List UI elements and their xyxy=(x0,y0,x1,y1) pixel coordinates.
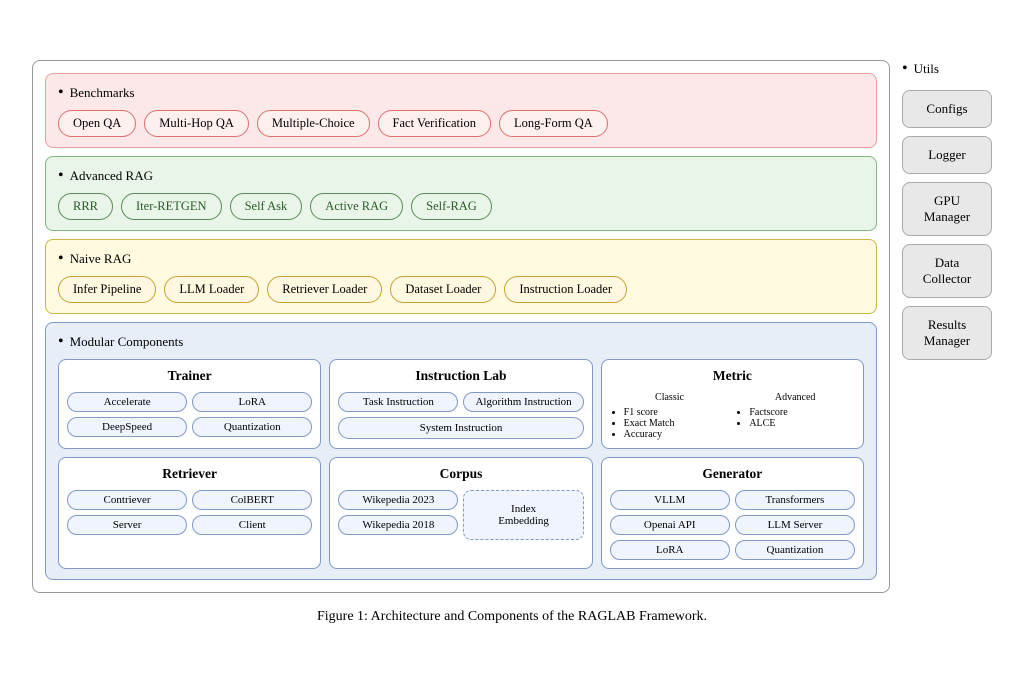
pill-quantization-trainer: Quantization xyxy=(192,417,312,437)
metric-factscore: Factscore xyxy=(749,407,855,418)
main-layout: • Benchmarks Open QA Multi-Hop QA Multip… xyxy=(32,60,992,593)
pill-infer-pipeline: Infer Pipeline xyxy=(58,276,156,303)
pill-colbert: ColBERT xyxy=(192,490,312,510)
sidebar-header: • Utils xyxy=(902,60,992,78)
instruction-lab-title: Instruction Lab xyxy=(338,368,583,384)
metric-box: Metric Classic F1 score Exact Match Accu… xyxy=(601,359,864,449)
retriever-pills: Contriever ColBERT Server Client xyxy=(67,490,312,535)
section-benchmarks: • Benchmarks Open QA Multi-Hop QA Multip… xyxy=(45,73,877,148)
pill-transformers: Transformers xyxy=(735,490,855,510)
trainer-pills: Accelerate LoRA DeepSpeed Quantization xyxy=(67,392,312,437)
instruction-lab-pills: Task Instruction Algorithm Instruction S… xyxy=(338,392,583,439)
pill-self-rag: Self-RAG xyxy=(411,193,492,220)
pill-rrr: RRR xyxy=(58,193,113,220)
page-container: • Benchmarks Open QA Multi-Hop QA Multip… xyxy=(32,60,992,625)
corpus-box: Corpus Wikepedia 2023 Wikepedia 2018 Ind… xyxy=(329,457,592,569)
pill-dataset-loader: Dataset Loader xyxy=(390,276,496,303)
pill-llm-server: LLM Server xyxy=(735,515,855,535)
trainer-title: Trainer xyxy=(67,368,312,384)
advanced-label: Advanced xyxy=(735,392,855,403)
modular-grid: Trainer Accelerate LoRA DeepSpeed Quanti… xyxy=(58,359,864,569)
pill-lora-trainer: LoRA xyxy=(192,392,312,412)
classic-label: Classic xyxy=(610,392,730,403)
pill-open-qa: Open QA xyxy=(58,110,136,137)
pill-llm-loader: LLM Loader xyxy=(164,276,259,303)
pill-algorithm-instruction: Algorithm Instruction xyxy=(463,392,583,412)
sidebar-configs[interactable]: Configs xyxy=(902,90,992,128)
sidebar: • Utils Configs Logger GPU Manager Data … xyxy=(902,60,992,360)
advanced-list: Factscore ALCE xyxy=(735,407,855,429)
pill-fact-verification: Fact Verification xyxy=(378,110,491,137)
adv-rag-pills: RRR Iter-RETGEN Self Ask Active RAG Self… xyxy=(58,193,864,220)
pill-accelerate: Accelerate xyxy=(67,392,187,412)
pill-quantization-gen: Quantization xyxy=(735,540,855,560)
sidebar-gpu-manager[interactable]: GPU Manager xyxy=(902,182,992,236)
sidebar-logger[interactable]: Logger xyxy=(902,136,992,174)
bullet-icon: • xyxy=(58,84,64,102)
bullet-icon: • xyxy=(58,250,64,268)
diagram-area: • Benchmarks Open QA Multi-Hop QA Multip… xyxy=(32,60,890,593)
sidebar-data-collector[interactable]: Data Collector xyxy=(902,244,992,298)
generator-title: Generator xyxy=(610,466,855,482)
corpus-inner: Wikepedia 2023 Wikepedia 2018 Index Embe… xyxy=(338,490,583,540)
pill-deepspeed: DeepSpeed xyxy=(67,417,187,437)
classic-list: F1 score Exact Match Accuracy xyxy=(610,407,730,440)
generator-box: Generator VLLM Transformers Openai API L… xyxy=(601,457,864,569)
benchmarks-header: • Benchmarks xyxy=(58,84,864,102)
generator-pills: VLLM Transformers Openai API LLM Server … xyxy=(610,490,855,560)
section-adv-rag: • Advanced RAG RRR Iter-RETGEN Self Ask … xyxy=(45,156,877,231)
section-modular: • Modular Components Trainer Accelerate … xyxy=(45,322,877,580)
naive-rag-title: Naive RAG xyxy=(70,251,132,267)
metric-inner: Classic F1 score Exact Match Accuracy Ad… xyxy=(610,392,855,440)
metric-exact-match: Exact Match xyxy=(624,418,730,429)
benchmarks-pills: Open QA Multi-Hop QA Multiple-Choice Fac… xyxy=(58,110,864,137)
pill-task-instruction: Task Instruction xyxy=(338,392,458,412)
metric-accuracy: Accuracy xyxy=(624,429,730,440)
metric-f1: F1 score xyxy=(624,407,730,418)
adv-rag-title: Advanced RAG xyxy=(70,168,153,184)
metric-alce: ALCE xyxy=(749,418,855,429)
bullet-icon: • xyxy=(58,333,64,351)
instruction-lab-box: Instruction Lab Task Instruction Algorit… xyxy=(329,359,592,449)
pill-long-form-qa: Long-Form QA xyxy=(499,110,608,137)
pill-self-ask: Self Ask xyxy=(230,193,303,220)
pill-server: Server xyxy=(67,515,187,535)
pill-multihop-qa: Multi-Hop QA xyxy=(144,110,249,137)
sidebar-results-manager[interactable]: Results Manager xyxy=(902,306,992,360)
modular-header: • Modular Components xyxy=(58,333,864,351)
pill-active-rag: Active RAG xyxy=(310,193,403,220)
utils-label: Utils xyxy=(914,61,939,77)
pill-retriever-loader: Retriever Loader xyxy=(267,276,382,303)
pill-instruction-loader: Instruction Loader xyxy=(504,276,627,303)
naive-rag-header: • Naive RAG xyxy=(58,250,864,268)
adv-rag-header: • Advanced RAG xyxy=(58,167,864,185)
metric-advanced-col: Advanced Factscore ALCE xyxy=(735,392,855,440)
pill-client: Client xyxy=(192,515,312,535)
utils-bullet: • xyxy=(902,60,908,78)
pill-contriever: Contriever xyxy=(67,490,187,510)
index-embedding: Index Embedding xyxy=(463,490,583,540)
pill-openai-api: Openai API xyxy=(610,515,730,535)
section-naive-rag: • Naive RAG Infer Pipeline LLM Loader Re… xyxy=(45,239,877,314)
trainer-box: Trainer Accelerate LoRA DeepSpeed Quanti… xyxy=(58,359,321,449)
pill-system-instruction: System Instruction xyxy=(338,417,583,439)
retriever-title: Retriever xyxy=(67,466,312,482)
modular-title: Modular Components xyxy=(70,334,184,350)
pill-multiple-choice: Multiple-Choice xyxy=(257,110,370,137)
bullet-icon: • xyxy=(58,167,64,185)
pill-iter-retgen: Iter-RETGEN xyxy=(121,193,222,220)
metric-classic-col: Classic F1 score Exact Match Accuracy xyxy=(610,392,730,440)
figure-caption: Figure 1: Architecture and Components of… xyxy=(32,609,992,625)
corpus-title: Corpus xyxy=(338,466,583,482)
pill-wikipedia-2018: Wikepedia 2018 xyxy=(338,515,458,535)
metric-title: Metric xyxy=(610,368,855,384)
pill-wikipedia-2023: Wikepedia 2023 xyxy=(338,490,458,510)
naive-rag-pills: Infer Pipeline LLM Loader Retriever Load… xyxy=(58,276,864,303)
retriever-box: Retriever Contriever ColBERT Server Clie… xyxy=(58,457,321,569)
pill-lora-gen: LoRA xyxy=(610,540,730,560)
pill-vllm: VLLM xyxy=(610,490,730,510)
benchmarks-title: Benchmarks xyxy=(70,85,135,101)
